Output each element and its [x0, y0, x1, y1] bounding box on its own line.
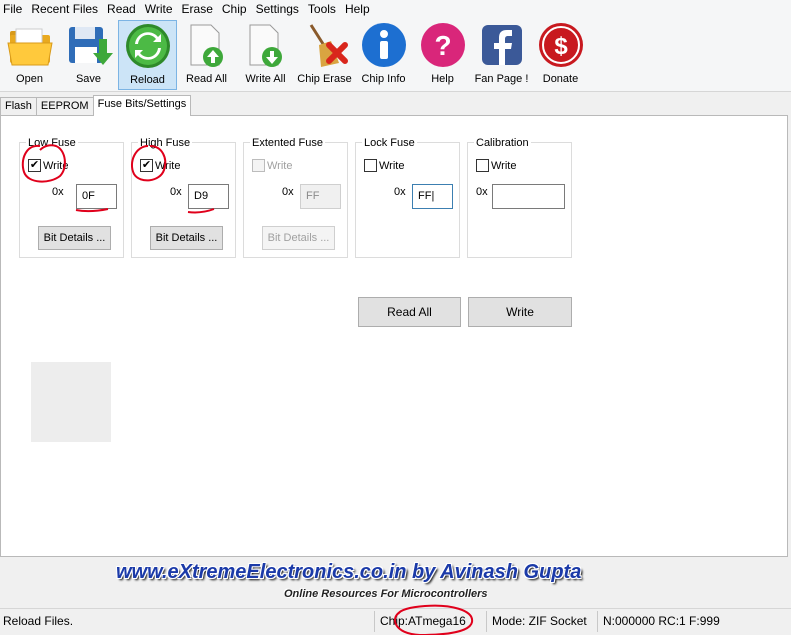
low-fuse-title: Low Fuse — [26, 137, 78, 149]
tab-strip: Flash EEPROM Fuse Bits/Settings — [0, 95, 192, 116]
status-chip: Chip:ATmega16 — [380, 614, 466, 628]
high-fuse-bit-details-button[interactable]: Bit Details ... — [150, 226, 223, 250]
low-fuse-bit-details-button[interactable]: Bit Details ... — [38, 226, 111, 250]
chip-erase-button[interactable]: Chip Erase — [295, 20, 354, 90]
chip-info-label: Chip Info — [361, 73, 406, 85]
calibration-write-checkbox[interactable]: Write — [476, 159, 516, 172]
menu-bar: File Recent Files Read Write Erase Chip … — [0, 0, 791, 18]
read-all-icon — [190, 24, 223, 67]
extended-fuse-value-input[interactable]: FF — [300, 184, 341, 209]
save-button[interactable]: Save — [59, 20, 118, 90]
checkbox-box[interactable] — [476, 159, 489, 172]
status-bar: Reload Files. Chip:ATmega16 Mode: ZIF So… — [0, 608, 791, 635]
donate-button[interactable]: $ Donate — [531, 20, 590, 90]
toolbar: Open Save Reload Read All Write All Chip… — [0, 18, 791, 92]
checkbox-label: Write — [267, 159, 293, 172]
banner-subtitle: Online Resources For Microcontrollers — [284, 588, 488, 600]
extended-fuse-bit-details-button[interactable]: Bit Details ... — [262, 226, 335, 250]
status-mode: Mode: ZIF Socket — [492, 614, 587, 628]
tab-fuse-bits[interactable]: Fuse Bits/Settings — [92, 95, 192, 116]
checkbox-label: Write — [155, 159, 181, 172]
menu-chip[interactable]: Chip — [219, 2, 253, 16]
reload-icon — [125, 24, 170, 68]
chip-info-button[interactable]: Chip Info — [354, 20, 413, 90]
help-button[interactable]: ? Help — [413, 20, 472, 90]
menu-write[interactable]: Write — [142, 2, 179, 16]
checkbox-label: Write — [379, 159, 405, 172]
menu-recent-files[interactable]: Recent Files — [28, 2, 104, 16]
status-separator — [486, 611, 487, 632]
facebook-icon — [481, 25, 522, 65]
hex-prefix: 0x — [394, 186, 406, 198]
chip-erase-label: Chip Erase — [297, 73, 352, 85]
status-counters: N:000000 RC:1 F:999 — [603, 614, 720, 628]
broom-erase-icon — [309, 24, 348, 67]
extended-fuse-group: Extented Fuse Write 0x FF Bit Details ..… — [243, 137, 348, 258]
menu-help[interactable]: Help — [342, 2, 376, 16]
menu-file[interactable]: File — [0, 2, 28, 16]
calibration-value-input[interactable] — [492, 184, 565, 209]
write-all-label: Write All — [245, 73, 286, 85]
dollar-icon: $ — [538, 23, 583, 67]
menu-erase[interactable]: Erase — [179, 2, 219, 16]
high-fuse-title: High Fuse — [138, 137, 193, 149]
extended-fuse-title: Extented Fuse — [250, 137, 325, 149]
extended-fuse-write-checkbox[interactable]: Write — [252, 159, 292, 172]
write-fuses-button[interactable]: Write — [468, 297, 572, 327]
checkbox-label: Write — [491, 159, 517, 172]
status-separator — [374, 611, 375, 632]
save-disk-icon — [68, 27, 113, 65]
save-label: Save — [75, 73, 102, 85]
help-icon: ? — [420, 23, 465, 67]
checkbox-box[interactable]: ✔ — [28, 159, 41, 172]
checkbox-box[interactable] — [252, 159, 265, 172]
lock-fuse-write-checkbox[interactable]: Write — [364, 159, 404, 172]
svg-text:?: ? — [434, 30, 451, 61]
tab-flash[interactable]: Flash — [0, 97, 37, 116]
write-all-button[interactable]: Write All — [236, 20, 295, 90]
status-message: Reload Files. — [3, 614, 74, 628]
lock-fuse-group: Lock Fuse Write 0x FF| — [355, 137, 460, 258]
read-all-button[interactable]: Read All — [177, 20, 236, 90]
menu-settings[interactable]: Settings — [253, 2, 305, 16]
blank-image-area — [31, 362, 111, 442]
status-separator — [597, 611, 598, 632]
fan-page-label: Fan Page ! — [474, 73, 529, 85]
low-fuse-group: Low Fuse ✔ Write 0x 0F Bit Details ... — [19, 137, 124, 258]
low-fuse-value-input[interactable]: 0F — [76, 184, 117, 209]
checkbox-label: Write — [43, 159, 69, 172]
lock-fuse-value-input[interactable]: FF| — [412, 184, 453, 209]
fan-page-button[interactable]: Fan Page ! — [472, 20, 531, 90]
calibration-title: Calibration — [474, 137, 531, 149]
read-all-fuses-button[interactable]: Read All — [358, 297, 461, 327]
hex-prefix: 0x — [476, 186, 488, 198]
checkbox-box[interactable]: ✔ — [140, 159, 153, 172]
hex-prefix: 0x — [282, 186, 294, 198]
open-label: Open — [16, 73, 43, 85]
donate-label: Donate — [542, 73, 579, 85]
folder-open-icon — [6, 28, 53, 66]
menu-tools[interactable]: Tools — [305, 2, 342, 16]
high-fuse-group: High Fuse ✔ Write 0x D9 Bit Details ... — [131, 137, 236, 258]
hex-prefix: 0x — [52, 186, 64, 198]
lock-fuse-title: Lock Fuse — [362, 137, 417, 149]
low-fuse-write-checkbox[interactable]: ✔ Write — [28, 159, 68, 172]
read-all-label: Read All — [186, 73, 227, 85]
menu-read[interactable]: Read — [104, 2, 142, 16]
help-label: Help — [431, 73, 454, 85]
open-button[interactable]: Open — [0, 20, 59, 90]
svg-text:$: $ — [554, 33, 568, 60]
calibration-group: Calibration Write 0x — [467, 137, 572, 258]
write-all-icon — [249, 24, 282, 67]
reload-button[interactable]: Reload — [118, 20, 177, 90]
high-fuse-write-checkbox[interactable]: ✔ Write — [140, 159, 180, 172]
reload-label: Reload — [130, 74, 165, 86]
info-icon — [361, 23, 406, 67]
fuse-settings-panel: Low Fuse ✔ Write 0x 0F Bit Details ... H… — [0, 115, 788, 557]
banner-title: www.eXtremeElectronics.co.in by Avinash … — [116, 561, 582, 583]
high-fuse-value-input[interactable]: D9 — [188, 184, 229, 209]
tab-eeprom[interactable]: EEPROM — [35, 97, 94, 116]
hex-prefix: 0x — [170, 186, 182, 198]
checkbox-box[interactable] — [364, 159, 377, 172]
